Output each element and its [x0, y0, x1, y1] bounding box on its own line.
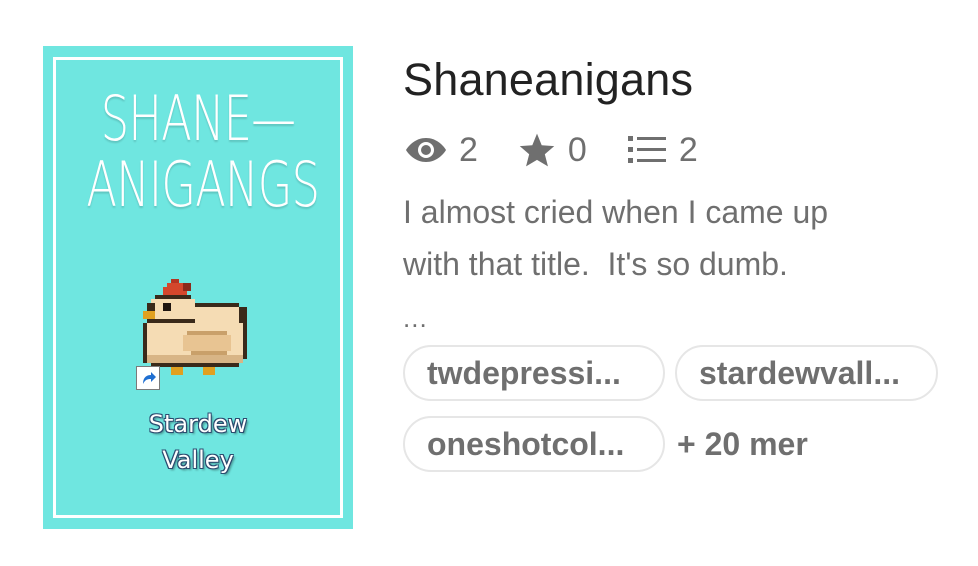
story-stats: 2 0 2 [405, 126, 738, 174]
tag-chip[interactable]: stardewvall... [675, 345, 938, 401]
description-line1: I almost cried when I came up [403, 194, 829, 230]
parts-count: 2 [678, 131, 698, 169]
cover-caption-line2: Valley [162, 446, 234, 474]
story-description: I almost cried when I came up with that … [403, 186, 943, 290]
votes-count: 0 [567, 131, 587, 169]
eye-icon [406, 138, 446, 162]
parts-stat: 2 [627, 126, 698, 174]
story-title[interactable]: Shaneanigans [403, 52, 693, 108]
tag-chip[interactable]: oneshotcol... [403, 416, 665, 472]
cover-title: SHANE— ANIGANGS [86, 82, 320, 221]
cover-caption: Stardew Valley [43, 406, 353, 478]
more-tags-link[interactable]: + 20 mer [677, 418, 808, 470]
cover-title-line2: ANIGANGS [86, 148, 320, 221]
description-ellipsis[interactable]: ... [403, 298, 428, 338]
star-icon [519, 133, 555, 167]
reads-count: 2 [459, 131, 478, 169]
cover-title-line1: SHANE— [100, 82, 296, 155]
story-cover[interactable]: SHANE— ANIGANGS Stardew Valley [43, 46, 353, 529]
reads-stat: 2 [405, 126, 478, 174]
tag-chip[interactable]: twdepressi... [403, 345, 665, 401]
shortcut-arrow-icon [136, 366, 160, 390]
list-icon [627, 136, 666, 163]
story-card[interactable]: SHANE— ANIGANGS Stardew Valley Shaneanig… [0, 0, 978, 566]
description-line2: with that title. It's so dumb. [403, 246, 788, 282]
cover-caption-line1: Stardew [148, 410, 248, 438]
votes-stat: 0 [518, 126, 587, 174]
